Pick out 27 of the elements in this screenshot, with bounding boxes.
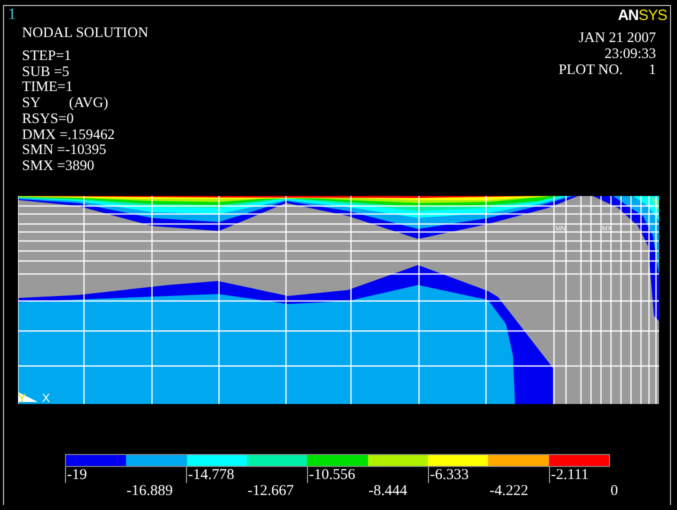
legend-value: -6.333 xyxy=(428,467,488,483)
legend-value: -12.667 xyxy=(246,483,295,499)
legend-value: 0 xyxy=(610,483,619,499)
legend-value: -8.444 xyxy=(368,483,408,499)
plot-date: JAN 21 2007 xyxy=(578,30,656,46)
info-line: STEP=1 xyxy=(22,49,72,65)
info-line: SMX =3890 xyxy=(22,158,96,175)
info-line: SY (AVG) xyxy=(22,96,110,112)
info-line: RSYS=0 xyxy=(22,112,75,128)
info-line: TIME=1 xyxy=(22,80,74,96)
plot-title: NODAL SOLUTION xyxy=(22,25,148,41)
axis-label: Y xyxy=(18,391,26,404)
plot-number: 1 xyxy=(648,62,656,78)
plot-number-label: PLOT NO. xyxy=(558,62,623,78)
legend-value: -2.111 xyxy=(549,467,610,483)
logo: ANSYS xyxy=(618,8,667,24)
info-line: SMN =-10395 xyxy=(22,143,108,159)
window-number: 1 xyxy=(8,7,17,23)
legend-value: -4.222 xyxy=(488,483,530,499)
legend-value: -19 xyxy=(65,467,126,483)
info-line: DMX =.159462 xyxy=(22,128,116,144)
legend-value: -16.889 xyxy=(126,483,174,499)
axis-label: X xyxy=(42,391,50,404)
info-line: SUB =5 xyxy=(22,64,70,80)
legend-value: -10.556 xyxy=(307,467,368,483)
legend-value: -14.778 xyxy=(186,467,246,483)
plot-time: 23:09:33 xyxy=(604,46,656,62)
